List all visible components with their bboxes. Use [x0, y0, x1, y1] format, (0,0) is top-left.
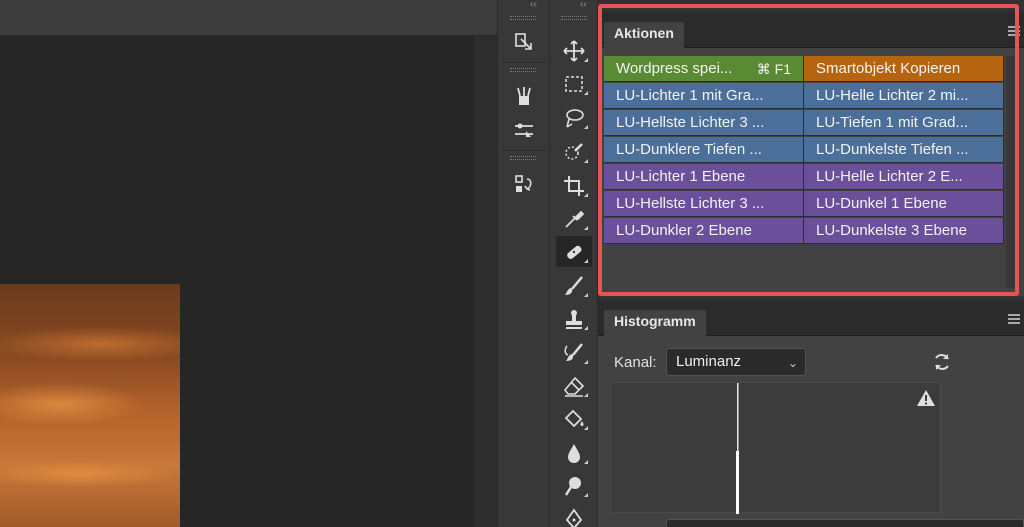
action-button-label: LU-Tiefen 1 mit Grad... — [816, 114, 968, 131]
clone-stamp-tool-icon[interactable] — [556, 303, 592, 334]
tools-grip[interactable] — [561, 16, 587, 20]
brush-tool-icon[interactable] — [556, 270, 592, 301]
adjustments-icon[interactable] — [510, 117, 538, 143]
refresh-icon[interactable] — [932, 352, 952, 372]
collapse-arrows-icon[interactable]: ‹‹ — [530, 0, 537, 12]
actions-row: Wordpress spei... ⌘ F1 Smartobjekt Kopiere… — [604, 56, 1004, 83]
action-button[interactable]: LU-Dunklere Tiefen ... — [604, 137, 804, 163]
channel-label: Kanal: — [614, 354, 657, 371]
collapse-arrows-icon[interactable]: ‹‹ — [580, 0, 587, 12]
move-tool-icon[interactable] — [556, 35, 592, 66]
marquee-tool-icon[interactable] — [556, 68, 592, 99]
warning-icon[interactable] — [916, 389, 936, 407]
panel-grip[interactable] — [510, 68, 536, 72]
eraser-tool-icon[interactable] — [556, 370, 592, 401]
chevron-down-icon: ⌄ — [787, 356, 798, 370]
action-button[interactable]: LU-Helle Lichter 2 E... — [804, 164, 1004, 190]
actions-row: LU-Hellste Lichter 3 ... LU-Dunkel 1 Eben… — [604, 191, 1004, 218]
photoshop-window: ‹‹ ‹‹ Aktionen Wordpress spei... ⌘ F1 Sm… — [0, 0, 1024, 527]
actions-row: LU-Hellste Lichter 3 ... LU-Tiefen 1 mit … — [604, 110, 1004, 137]
action-button-label: LU-Hellste Lichter 3 ... — [616, 195, 765, 212]
actions-panel-header: Aktionen — [598, 12, 1024, 48]
histogram-source-field[interactable] — [666, 519, 1024, 527]
history-brush-tool-icon[interactable] — [556, 337, 592, 368]
properties-icon[interactable] — [510, 29, 538, 55]
histogram-panel-menu-icon[interactable] — [1008, 314, 1020, 324]
actions-row: LU-Lichter 1 mit Gra... LU-Helle Lichter … — [604, 83, 1004, 110]
tab-histogram[interactable]: Histogramm — [604, 310, 706, 336]
action-shortcut: ⌘ F1 — [756, 61, 791, 77]
eyedropper-tool-icon[interactable] — [556, 203, 592, 234]
brush-presets-icon[interactable] — [510, 83, 538, 109]
blur-tool-icon[interactable] — [556, 437, 592, 468]
action-button[interactable]: LU-Tiefen 1 mit Grad... — [804, 110, 1004, 136]
dodge-tool-icon[interactable] — [556, 470, 592, 501]
action-button-label: LU-Dunkelste 3 Ebene — [816, 222, 967, 239]
action-button-label: LU-Lichter 1 Ebene — [616, 168, 746, 185]
action-button-label: LU-Lichter 1 mit Gra... — [616, 87, 764, 104]
action-button-label: LU-Dunkelste Tiefen ... — [816, 141, 969, 158]
lasso-tool-icon[interactable] — [556, 102, 592, 133]
actions-row: LU-Dunklere Tiefen ... LU-Dunkelste Tiefe… — [604, 137, 1004, 164]
action-button[interactable]: LU-Dunkelste 3 Ebene — [804, 218, 1004, 244]
canvas-scroll-gutter — [474, 36, 497, 527]
quick-selection-tool-icon[interactable] — [556, 136, 592, 167]
actions-button-grid: Wordpress spei... ⌘ F1 Smartobjekt Kopiere… — [604, 56, 1004, 245]
pen-tool-icon[interactable] — [556, 503, 592, 527]
histogram-bars — [736, 383, 739, 514]
actions-panel-menu-icon[interactable] — [1008, 26, 1020, 36]
action-button[interactable]: LU-Lichter 1 mit Gra... — [604, 83, 804, 109]
action-button-label: Wordpress spei... — [616, 60, 733, 77]
crop-tool-icon[interactable] — [556, 170, 592, 201]
action-button[interactable]: LU-Dunkel 1 Ebene — [804, 191, 1004, 217]
panel-grip[interactable] — [510, 156, 536, 160]
action-button-label: LU-Dunklere Tiefen ... — [616, 141, 762, 158]
actions-row: LU-Lichter 1 Ebene LU-Helle Lichter 2 E..… — [604, 164, 1004, 191]
actions-scrollbar[interactable] — [1006, 56, 1016, 288]
action-button[interactable]: LU-Hellste Lichter 3 ... — [604, 110, 804, 136]
document-image[interactable] — [0, 284, 180, 527]
document-tab-bar — [0, 0, 497, 36]
action-button-label: LU-Dunkler 2 Ebene — [616, 222, 752, 239]
action-button[interactable]: LU-Dunkler 2 Ebene — [604, 218, 804, 244]
channel-select-value: Luminanz — [676, 353, 742, 370]
action-button-label: LU-Helle Lichter 2 E... — [816, 168, 963, 185]
action-button-label: LU-Hellste Lichter 3 ... — [616, 114, 765, 131]
panel-grip[interactable] — [510, 16, 536, 20]
action-button[interactable]: LU-Helle Lichter 2 mi... — [804, 83, 1004, 109]
action-button[interactable]: LU-Dunkelste Tiefen ... — [804, 137, 1004, 163]
healing-brush-tool-icon[interactable] — [556, 236, 592, 267]
panel-icon-column: ‹‹ — [497, 0, 550, 527]
tab-actions[interactable]: Aktionen — [604, 22, 684, 48]
action-button-label: Smartobjekt Kopieren — [816, 60, 961, 77]
tools-panel: ‹‹ — [550, 0, 598, 527]
histogram-graph — [610, 382, 941, 514]
paint-bucket-tool-icon[interactable] — [556, 403, 592, 434]
actions-row: LU-Dunkler 2 Ebene LU-Dunkelste 3 Ebene — [604, 218, 1004, 245]
channel-select[interactable]: Luminanz ⌄ — [666, 348, 806, 376]
action-button[interactable]: LU-Hellste Lichter 3 ... — [604, 191, 804, 217]
action-button-label: LU-Dunkel 1 Ebene — [816, 195, 947, 212]
histogram-panel-header: Histogramm — [598, 300, 1024, 336]
history-icon[interactable] — [510, 171, 538, 197]
action-button[interactable]: LU-Lichter 1 Ebene — [604, 164, 804, 190]
action-button[interactable]: Smartobjekt Kopieren — [804, 56, 1004, 82]
action-button-label: LU-Helle Lichter 2 mi... — [816, 87, 969, 104]
action-button[interactable]: Wordpress spei... ⌘ F1 — [604, 56, 804, 82]
